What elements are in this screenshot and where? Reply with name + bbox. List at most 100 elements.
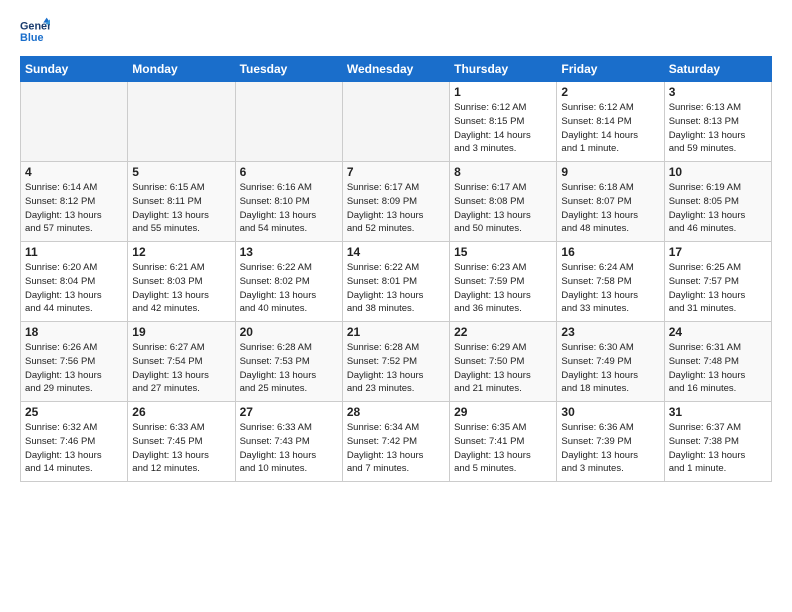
day-number: 14 — [347, 245, 445, 259]
day-info: Sunrise: 6:28 AM Sunset: 7:52 PM Dayligh… — [347, 341, 445, 396]
calendar-cell: 3Sunrise: 6:13 AM Sunset: 8:13 PM Daylig… — [664, 82, 771, 162]
calendar-cell: 29Sunrise: 6:35 AM Sunset: 7:41 PM Dayli… — [450, 402, 557, 482]
day-of-week-header: Sunday — [21, 57, 128, 82]
day-info: Sunrise: 6:17 AM Sunset: 8:09 PM Dayligh… — [347, 181, 445, 236]
calendar-cell: 25 Sunrise: 6:32 AM Sunset: 7:46 PM Dayli… — [21, 402, 128, 482]
day-info: Sunrise: 6:14 AM Sunset: 8:12 PM Dayligh… — [25, 181, 123, 236]
calendar-week-row: 25 Sunrise: 6:32 AM Sunset: 7:46 PM Dayli… — [21, 402, 772, 482]
calendar-cell: 12Sunrise: 6:21 AM Sunset: 8:03 PM Dayli… — [128, 242, 235, 322]
calendar-cell: 21 Sunrise: 6:28 AM Sunset: 7:52 PM Dayli… — [342, 322, 449, 402]
day-of-week-header: Friday — [557, 57, 664, 82]
day-info: Sunrise: 6:22 AM Sunset: 8:02 PM Dayligh… — [240, 261, 338, 316]
calendar-cell: 11 Sunrise: 6:20 AM Sunset: 8:04 PM Dayli… — [21, 242, 128, 322]
day-info: Sunrise: 6:12 AM Sunset: 8:14 PM Dayligh… — [561, 101, 659, 156]
day-info: Sunrise: 6:15 AM Sunset: 8:11 PM Dayligh… — [132, 181, 230, 236]
day-info: Sunrise: 6:33 AM Sunset: 7:43 PM Dayligh… — [240, 421, 338, 476]
day-number: 25 — [25, 405, 123, 419]
day-number: 10 — [669, 165, 767, 179]
calendar-cell: 30Sunrise: 6:36 AM Sunset: 7:39 PM Dayli… — [557, 402, 664, 482]
day-number: 31 — [669, 405, 767, 419]
day-info: Sunrise: 6:35 AM Sunset: 7:41 PM Dayligh… — [454, 421, 552, 476]
day-info: Sunrise: 6:27 AM Sunset: 7:54 PM Dayligh… — [132, 341, 230, 396]
header: General Blue — [20, 16, 772, 46]
day-of-week-header: Thursday — [450, 57, 557, 82]
day-info: Sunrise: 6:19 AM Sunset: 8:05 PM Dayligh… — [669, 181, 767, 236]
calendar-cell: 19Sunrise: 6:27 AM Sunset: 7:54 PM Dayli… — [128, 322, 235, 402]
calendar-cell: 28 Sunrise: 6:34 AM Sunset: 7:42 PM Dayli… — [342, 402, 449, 482]
day-info: Sunrise: 6:34 AM Sunset: 7:42 PM Dayligh… — [347, 421, 445, 476]
day-info: Sunrise: 6:23 AM Sunset: 7:59 PM Dayligh… — [454, 261, 552, 316]
calendar-cell: 9Sunrise: 6:18 AM Sunset: 8:07 PM Daylig… — [557, 162, 664, 242]
calendar-cell: 26 Sunrise: 6:33 AM Sunset: 7:45 PM Dayli… — [128, 402, 235, 482]
svg-text:Blue: Blue — [20, 32, 43, 44]
calendar-cell: 24 Sunrise: 6:31 AM Sunset: 7:48 PM Dayli… — [664, 322, 771, 402]
day-number: 9 — [561, 165, 659, 179]
day-info: Sunrise: 6:36 AM Sunset: 7:39 PM Dayligh… — [561, 421, 659, 476]
calendar-cell: 13 Sunrise: 6:22 AM Sunset: 8:02 PM Dayli… — [235, 242, 342, 322]
day-info: Sunrise: 6:22 AM Sunset: 8:01 PM Dayligh… — [347, 261, 445, 316]
calendar-cell: 2 Sunrise: 6:12 AM Sunset: 8:14 PM Daylig… — [557, 82, 664, 162]
calendar-cell: 18Sunrise: 6:26 AM Sunset: 7:56 PM Dayli… — [21, 322, 128, 402]
calendar-header-row: SundayMondayTuesdayWednesdayThursdayFrid… — [21, 57, 772, 82]
calendar-cell: 27 Sunrise: 6:33 AM Sunset: 7:43 PM Dayli… — [235, 402, 342, 482]
day-number: 4 — [25, 165, 123, 179]
day-of-week-header: Saturday — [664, 57, 771, 82]
day-number: 2 — [561, 85, 659, 99]
calendar-cell — [128, 82, 235, 162]
calendar-cell: 14 Sunrise: 6:22 AM Sunset: 8:01 PM Dayli… — [342, 242, 449, 322]
calendar-cell — [21, 82, 128, 162]
calendar-cell: 23Sunrise: 6:30 AM Sunset: 7:49 PM Dayli… — [557, 322, 664, 402]
day-number: 22 — [454, 325, 552, 339]
day-of-week-header: Tuesday — [235, 57, 342, 82]
calendar-week-row: 18Sunrise: 6:26 AM Sunset: 7:56 PM Dayli… — [21, 322, 772, 402]
day-info: Sunrise: 6:12 AM Sunset: 8:15 PM Dayligh… — [454, 101, 552, 156]
day-info: Sunrise: 6:17 AM Sunset: 8:08 PM Dayligh… — [454, 181, 552, 236]
day-info: Sunrise: 6:29 AM Sunset: 7:50 PM Dayligh… — [454, 341, 552, 396]
day-number: 17 — [669, 245, 767, 259]
calendar-cell: 17 Sunrise: 6:25 AM Sunset: 7:57 PM Dayli… — [664, 242, 771, 322]
day-number: 26 — [132, 405, 230, 419]
day-number: 13 — [240, 245, 338, 259]
calendar-cell: 7 Sunrise: 6:17 AM Sunset: 8:09 PM Daylig… — [342, 162, 449, 242]
day-info: Sunrise: 6:37 AM Sunset: 7:38 PM Dayligh… — [669, 421, 767, 476]
calendar-week-row: 4 Sunrise: 6:14 AM Sunset: 8:12 PM Daylig… — [21, 162, 772, 242]
calendar-cell: 31 Sunrise: 6:37 AM Sunset: 7:38 PM Dayli… — [664, 402, 771, 482]
day-number: 5 — [132, 165, 230, 179]
calendar-cell — [235, 82, 342, 162]
calendar-cell: 10 Sunrise: 6:19 AM Sunset: 8:05 PM Dayli… — [664, 162, 771, 242]
calendar-cell: 16Sunrise: 6:24 AM Sunset: 7:58 PM Dayli… — [557, 242, 664, 322]
day-number: 16 — [561, 245, 659, 259]
day-number: 24 — [669, 325, 767, 339]
day-number: 1 — [454, 85, 552, 99]
calendar-cell: 6Sunrise: 6:16 AM Sunset: 8:10 PM Daylig… — [235, 162, 342, 242]
day-info: Sunrise: 6:31 AM Sunset: 7:48 PM Dayligh… — [669, 341, 767, 396]
calendar-week-row: 11 Sunrise: 6:20 AM Sunset: 8:04 PM Dayli… — [21, 242, 772, 322]
day-number: 8 — [454, 165, 552, 179]
calendar-cell — [342, 82, 449, 162]
day-info: Sunrise: 6:32 AM Sunset: 7:46 PM Dayligh… — [25, 421, 123, 476]
day-info: Sunrise: 6:20 AM Sunset: 8:04 PM Dayligh… — [25, 261, 123, 316]
day-info: Sunrise: 6:28 AM Sunset: 7:53 PM Dayligh… — [240, 341, 338, 396]
day-number: 21 — [347, 325, 445, 339]
day-number: 27 — [240, 405, 338, 419]
day-info: Sunrise: 6:30 AM Sunset: 7:49 PM Dayligh… — [561, 341, 659, 396]
calendar-cell: 15 Sunrise: 6:23 AM Sunset: 7:59 PM Dayli… — [450, 242, 557, 322]
day-info: Sunrise: 6:26 AM Sunset: 7:56 PM Dayligh… — [25, 341, 123, 396]
day-number: 15 — [454, 245, 552, 259]
day-of-week-header: Wednesday — [342, 57, 449, 82]
calendar-week-row: 1 Sunrise: 6:12 AM Sunset: 8:15 PM Daylig… — [21, 82, 772, 162]
day-info: Sunrise: 6:25 AM Sunset: 7:57 PM Dayligh… — [669, 261, 767, 316]
day-number: 11 — [25, 245, 123, 259]
calendar-cell: 22 Sunrise: 6:29 AM Sunset: 7:50 PM Dayli… — [450, 322, 557, 402]
calendar-table: SundayMondayTuesdayWednesdayThursdayFrid… — [20, 56, 772, 482]
calendar-cell: 20Sunrise: 6:28 AM Sunset: 7:53 PM Dayli… — [235, 322, 342, 402]
day-number: 28 — [347, 405, 445, 419]
day-number: 6 — [240, 165, 338, 179]
day-number: 12 — [132, 245, 230, 259]
calendar-cell: 5 Sunrise: 6:15 AM Sunset: 8:11 PM Daylig… — [128, 162, 235, 242]
logo: General Blue — [20, 16, 50, 46]
day-number: 3 — [669, 85, 767, 99]
day-info: Sunrise: 6:33 AM Sunset: 7:45 PM Dayligh… — [132, 421, 230, 476]
day-number: 7 — [347, 165, 445, 179]
calendar-cell: 4 Sunrise: 6:14 AM Sunset: 8:12 PM Daylig… — [21, 162, 128, 242]
